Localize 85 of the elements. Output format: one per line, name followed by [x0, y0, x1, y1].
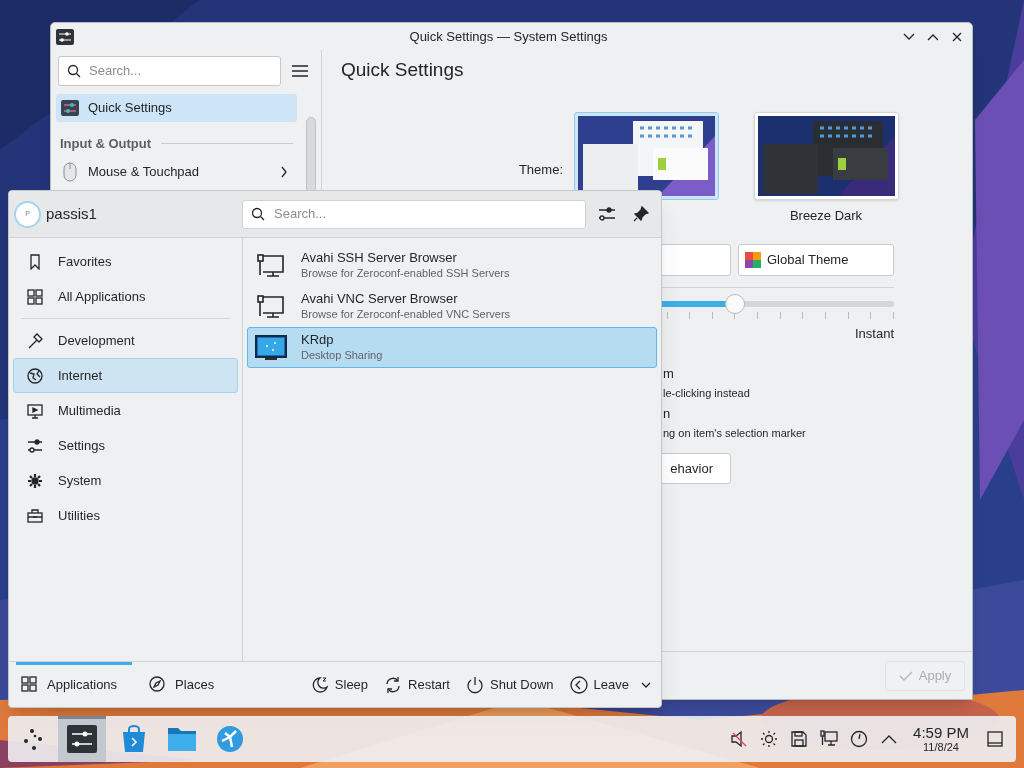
moon-icon: [310, 675, 329, 694]
radio-label: m: [663, 366, 675, 382]
theme-name: Breeze Dark: [789, 207, 863, 225]
muted-speaker-icon: [730, 730, 748, 748]
palette-icon: [745, 251, 761, 268]
taskbar-button[interactable]: [58, 716, 106, 762]
shopping-bag-icon: [120, 725, 148, 753]
radio-label: n: [663, 406, 672, 422]
save-icon: [790, 730, 808, 748]
launcher-tab[interactable]: Places: [138, 661, 226, 707]
launcher-tab[interactable]: Applications: [10, 661, 129, 707]
app-description: Browse for Zeroconf-enabled SSH Servers: [301, 266, 510, 281]
monitor-icon: [27, 402, 43, 419]
gauge-icon: [850, 730, 868, 748]
network-computer-icon: [255, 293, 287, 320]
show-desktop-button[interactable]: [984, 728, 1006, 750]
network-icon: [820, 730, 838, 748]
close-button[interactable]: [951, 30, 963, 43]
page-title: Quick Settings: [341, 57, 464, 82]
clock[interactable]: 4:59 PM 11/8/24: [910, 725, 972, 753]
brightness-icon: [760, 730, 778, 748]
app-name: Avahi SSH Server Browser: [301, 250, 458, 266]
app-item[interactable]: KRdp Desktop Sharing: [247, 327, 657, 368]
global-theme-button[interactable]: Global Theme: [738, 243, 894, 276]
category-item[interactable]: Favorites: [13, 244, 238, 279]
section-header: Input & Output: [60, 135, 151, 153]
power-icon: [466, 675, 484, 694]
chevron-down-icon: [903, 32, 915, 41]
chevron-right-icon: [280, 165, 288, 178]
hint-text: ng on item's selection marker: [663, 426, 807, 440]
category-item[interactable]: Development: [13, 323, 238, 358]
sliders-icon: [598, 206, 616, 222]
placeholder: Search...: [274, 205, 327, 224]
restart-icon: [384, 675, 403, 694]
category-item[interactable]: All Applications: [13, 279, 238, 314]
app-description: Desktop Sharing: [301, 348, 383, 363]
toolbox-icon: [27, 507, 43, 524]
slider-label: Instant: [854, 324, 894, 343]
power-button[interactable]: Sleep: [305, 668, 374, 701]
close-icon: [952, 31, 962, 42]
category-item[interactable]: Settings: [13, 428, 238, 463]
slider-handle[interactable]: [725, 293, 745, 314]
menu-icon: [292, 65, 308, 77]
app-item[interactable]: Avahi VNC Server Browser Browse for Zeroconf-enabled VNC Servers: [247, 286, 657, 327]
category-item[interactable]: System: [13, 463, 238, 498]
app-name: KRdp: [301, 332, 335, 348]
search-icon: [67, 64, 81, 78]
category-item[interactable]: Internet: [13, 358, 238, 393]
app-description: Browse for Zeroconf-enabled VNC Servers: [301, 307, 511, 322]
hammer-icon: [27, 332, 43, 349]
sidebar-item[interactable]: Mouse & Touchpad: [56, 157, 297, 186]
desktop-icon: [987, 731, 1003, 747]
network-computer-icon: [255, 252, 287, 279]
user-name: passis1: [46, 203, 98, 224]
app-item[interactable]: Avahi SSH Server Browser Browse for Zeroconf-enabled SSH Servers: [247, 245, 657, 286]
power-button[interactable]: Leave: [564, 668, 656, 701]
app-name: Avahi VNC Server Browser: [301, 291, 459, 307]
app-icon: [56, 28, 74, 45]
mouse-icon: [63, 161, 77, 182]
power-button[interactable]: Shut Down: [461, 668, 559, 701]
chevron-down-icon: [641, 681, 651, 688]
window-title: Quick Settings — System Settings: [408, 27, 609, 46]
search-icon: [251, 207, 265, 221]
pin-icon: [633, 206, 649, 222]
power-button[interactable]: Restart: [379, 668, 455, 701]
folder-icon: [167, 726, 197, 752]
field-label: Theme:: [518, 161, 563, 179]
sliders-icon: [61, 100, 79, 116]
compass-icon: [149, 675, 168, 694]
check-icon: [898, 670, 913, 681]
placeholder: Search...: [89, 62, 142, 81]
category-item[interactable]: Utilities: [13, 498, 238, 533]
bookmark-icon: [27, 253, 43, 270]
hint-text: le-clicking instead: [663, 386, 751, 400]
chevron-up-icon: [881, 734, 897, 744]
settings-app-icon: [67, 725, 97, 753]
globe-icon: [27, 367, 43, 384]
grid-icon: [27, 288, 43, 305]
back-circle-icon: [569, 675, 588, 694]
monitor-icon: [255, 334, 287, 361]
chevron-up-icon: [927, 32, 939, 41]
sliders-icon: [27, 437, 43, 454]
category-item[interactable]: Multimedia: [13, 393, 238, 428]
sidebar-item[interactable]: Quick Settings: [56, 94, 297, 122]
grid-icon: [21, 675, 39, 694]
